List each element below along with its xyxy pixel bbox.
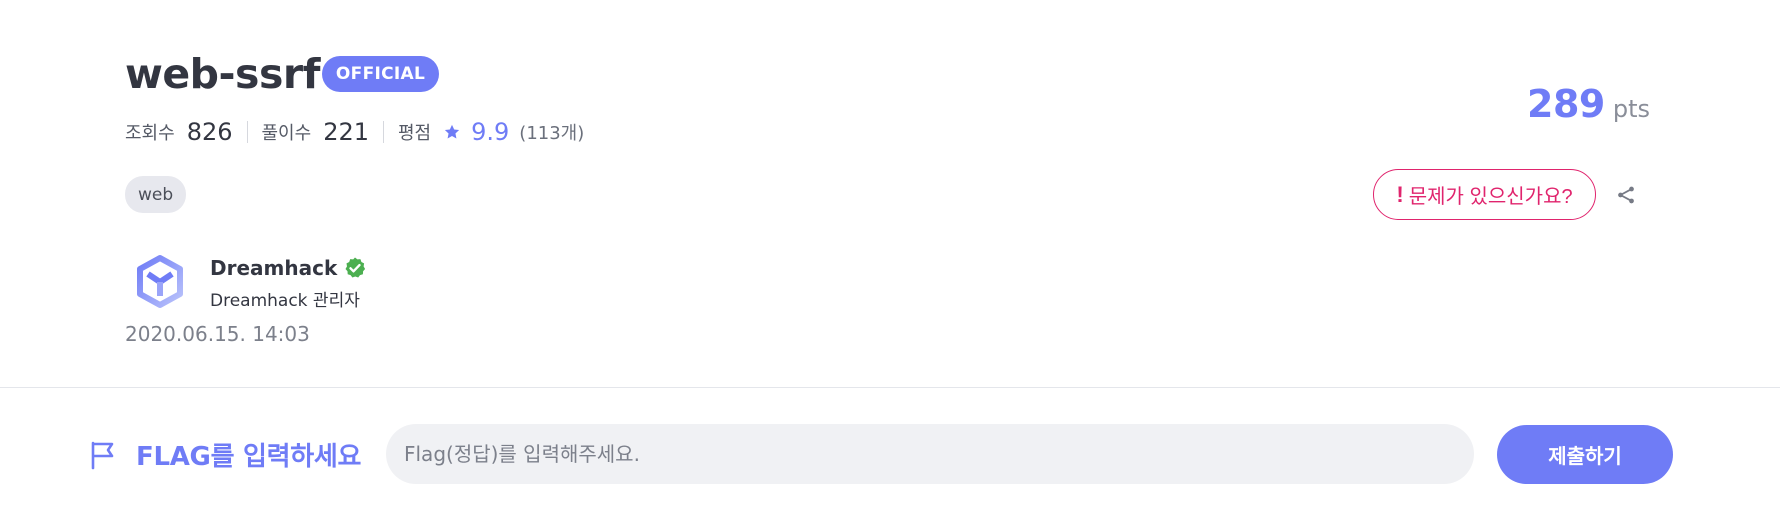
stats-divider — [383, 121, 384, 143]
author-info: Dreamhack Dreamhack 관리자 — [210, 256, 367, 311]
solves-label: 풀이수 — [261, 123, 312, 144]
views-label: 조회수 — [125, 123, 175, 144]
rating-count: (113개) — [519, 123, 585, 144]
verified-check-icon — [343, 256, 367, 280]
challenge-page: web-ssrf OFFICIAL 조회수 826 풀이수 221 평점 9.9… — [0, 0, 1780, 514]
flag-label: FLAG를 입력하세요 — [90, 436, 361, 473]
stats-divider — [246, 121, 248, 143]
flag-input[interactable] — [386, 424, 1474, 484]
report-issue-label: 문제가 있으신가요? — [1408, 186, 1573, 208]
report-issue-button[interactable]: ! 문제가 있으신가요? — [1373, 169, 1596, 220]
share-icon[interactable] — [1615, 184, 1637, 206]
solves-value: 221 — [323, 118, 369, 146]
challenge-stats: 조회수 826 풀이수 221 평점 9.9 (113개) — [125, 118, 584, 146]
challenge-title: web-ssrf — [125, 50, 320, 98]
official-badge: OFFICIAL — [321, 56, 440, 92]
exclamation-icon: ! — [1396, 181, 1404, 207]
star-icon — [443, 122, 463, 142]
author-role: Dreamhack 관리자 — [210, 291, 360, 311]
views-value: 826 — [186, 118, 233, 146]
points-value: 289 — [1527, 82, 1605, 126]
flag-label-text: FLAG를 입력하세요 — [136, 442, 362, 472]
author-card[interactable]: Dreamhack Dreamhack 관리자 — [130, 252, 367, 312]
section-divider — [0, 387, 1780, 388]
submit-button[interactable]: 제출하기 — [1497, 425, 1673, 484]
points-unit: pts — [1612, 95, 1650, 123]
title-row: web-ssrf OFFICIAL — [125, 50, 440, 98]
tag-web[interactable]: web — [125, 176, 187, 213]
points: 289 pts — [1527, 82, 1650, 126]
author-name-row: Dreamhack — [210, 256, 367, 280]
rating-value: 9.9 — [471, 118, 510, 146]
rating-label: 평점 — [398, 123, 432, 144]
author-name[interactable]: Dreamhack — [210, 256, 337, 280]
flag-icon — [90, 440, 116, 470]
created-date: 2020.06.15. 14:03 — [125, 322, 310, 346]
avatar — [130, 252, 190, 312]
